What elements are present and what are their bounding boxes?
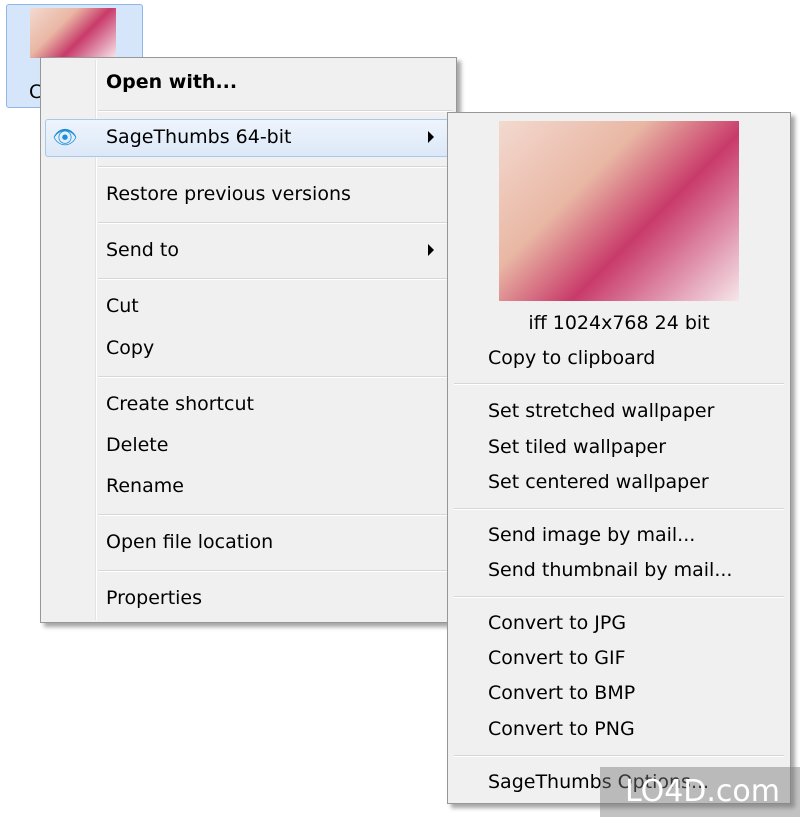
submenu-arrow-icon (428, 131, 434, 143)
menu-copy-to-clipboard[interactable]: Copy to clipboard (488, 346, 655, 370)
menu-convert-to-png[interactable]: Convert to PNG (488, 717, 635, 741)
menu-set-centered-wallpaper[interactable]: Set centered wallpaper (488, 470, 709, 494)
menu-properties[interactable]: Properties (106, 586, 202, 610)
file-thumbnail (30, 8, 116, 58)
menu-open-file-location[interactable]: Open file location (106, 530, 273, 554)
menu-convert-to-gif[interactable]: Convert to GIF (488, 646, 626, 670)
menu-send-thumbnail-by-mail[interactable]: Send thumbnail by mail... (488, 558, 732, 582)
watermark-logo: LO4D.com (600, 767, 800, 817)
menu-send-image-by-mail[interactable]: Send image by mail... (488, 523, 695, 547)
menu-create-shortcut[interactable]: Create shortcut (106, 392, 254, 416)
menu-convert-to-jpg[interactable]: Convert to JPG (488, 611, 626, 635)
menu-set-stretched-wallpaper[interactable]: Set stretched wallpaper (488, 399, 714, 423)
context-menu: 👁 Open with... SageThumbs 64-bit Restore… (40, 57, 457, 623)
menu-open-with[interactable]: Open with... (106, 70, 237, 94)
menu-cut[interactable]: Cut (106, 294, 139, 318)
menu-set-tiled-wallpaper[interactable]: Set tiled wallpaper (488, 435, 666, 459)
menu-restore-previous-versions[interactable]: Restore previous versions (106, 182, 351, 206)
menu-convert-to-bmp[interactable]: Convert to BMP (488, 681, 635, 705)
menu-rename[interactable]: Rename (106, 474, 184, 498)
image-preview (499, 121, 739, 301)
sagethumbs-submenu: iff 1024x768 24 bit Copy to clipboard Se… (447, 112, 791, 804)
submenu-arrow-icon (428, 244, 434, 256)
menu-delete[interactable]: Delete (106, 433, 168, 457)
menu-copy[interactable]: Copy (106, 336, 154, 360)
menu-send-to[interactable]: Send to (106, 238, 179, 262)
image-info: iff 1024x768 24 bit (528, 312, 710, 334)
menu-sagethumbs[interactable]: SageThumbs 64-bit (106, 125, 291, 149)
sagethumbs-eye-icon: 👁 (52, 125, 78, 149)
